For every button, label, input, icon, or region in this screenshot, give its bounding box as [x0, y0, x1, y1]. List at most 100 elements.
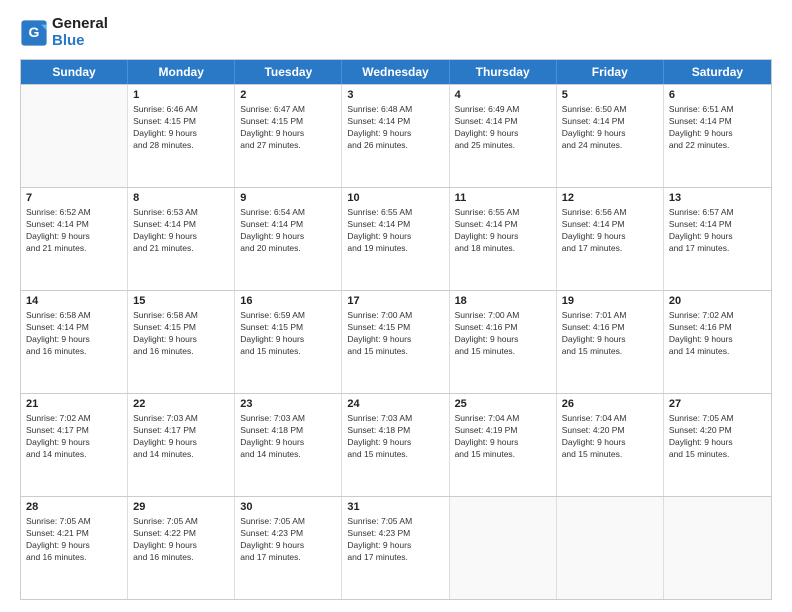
day-number: 24: [347, 397, 443, 412]
day-cell-10: 10Sunrise: 6:55 AM Sunset: 4:14 PM Dayli…: [342, 188, 449, 290]
day-info: Sunrise: 7:03 AM Sunset: 4:18 PM Dayligh…: [240, 413, 336, 461]
day-info: Sunrise: 6:50 AM Sunset: 4:14 PM Dayligh…: [562, 104, 658, 152]
day-cell-26: 26Sunrise: 7:04 AM Sunset: 4:20 PM Dayli…: [557, 394, 664, 496]
day-info: Sunrise: 7:04 AM Sunset: 4:20 PM Dayligh…: [562, 413, 658, 461]
calendar-row-0: 1Sunrise: 6:46 AM Sunset: 4:15 PM Daylig…: [21, 84, 771, 187]
day-number: 8: [133, 191, 229, 206]
day-number: 18: [455, 294, 551, 309]
day-cell-27: 27Sunrise: 7:05 AM Sunset: 4:20 PM Dayli…: [664, 394, 771, 496]
calendar-row-4: 28Sunrise: 7:05 AM Sunset: 4:21 PM Dayli…: [21, 496, 771, 599]
day-number: 17: [347, 294, 443, 309]
day-number: 21: [26, 397, 122, 412]
day-cell-13: 13Sunrise: 6:57 AM Sunset: 4:14 PM Dayli…: [664, 188, 771, 290]
empty-cell-4-5: [557, 497, 664, 599]
empty-cell-4-4: [450, 497, 557, 599]
day-cell-9: 9Sunrise: 6:54 AM Sunset: 4:14 PM Daylig…: [235, 188, 342, 290]
weekday-header-sunday: Sunday: [21, 60, 128, 84]
day-number: 29: [133, 500, 229, 515]
day-info: Sunrise: 7:03 AM Sunset: 4:18 PM Dayligh…: [347, 413, 443, 461]
day-info: Sunrise: 7:05 AM Sunset: 4:20 PM Dayligh…: [669, 413, 766, 461]
day-cell-20: 20Sunrise: 7:02 AM Sunset: 4:16 PM Dayli…: [664, 291, 771, 393]
day-number: 11: [455, 191, 551, 206]
day-cell-25: 25Sunrise: 7:04 AM Sunset: 4:19 PM Dayli…: [450, 394, 557, 496]
logo: G General Blue: [20, 16, 108, 49]
day-cell-2: 2Sunrise: 6:47 AM Sunset: 4:15 PM Daylig…: [235, 85, 342, 187]
day-cell-17: 17Sunrise: 7:00 AM Sunset: 4:15 PM Dayli…: [342, 291, 449, 393]
day-info: Sunrise: 7:00 AM Sunset: 4:16 PM Dayligh…: [455, 310, 551, 358]
day-info: Sunrise: 6:59 AM Sunset: 4:15 PM Dayligh…: [240, 310, 336, 358]
day-number: 13: [669, 191, 766, 206]
day-info: Sunrise: 6:57 AM Sunset: 4:14 PM Dayligh…: [669, 207, 766, 255]
day-info: Sunrise: 7:01 AM Sunset: 4:16 PM Dayligh…: [562, 310, 658, 358]
day-cell-21: 21Sunrise: 7:02 AM Sunset: 4:17 PM Dayli…: [21, 394, 128, 496]
calendar-body: 1Sunrise: 6:46 AM Sunset: 4:15 PM Daylig…: [21, 84, 771, 599]
day-number: 4: [455, 88, 551, 103]
day-info: Sunrise: 7:04 AM Sunset: 4:19 PM Dayligh…: [455, 413, 551, 461]
day-cell-18: 18Sunrise: 7:00 AM Sunset: 4:16 PM Dayli…: [450, 291, 557, 393]
day-info: Sunrise: 7:05 AM Sunset: 4:21 PM Dayligh…: [26, 516, 122, 564]
day-info: Sunrise: 7:02 AM Sunset: 4:17 PM Dayligh…: [26, 413, 122, 461]
day-info: Sunrise: 6:58 AM Sunset: 4:15 PM Dayligh…: [133, 310, 229, 358]
day-number: 14: [26, 294, 122, 309]
day-info: Sunrise: 7:05 AM Sunset: 4:22 PM Dayligh…: [133, 516, 229, 564]
day-cell-28: 28Sunrise: 7:05 AM Sunset: 4:21 PM Dayli…: [21, 497, 128, 599]
day-cell-8: 8Sunrise: 6:53 AM Sunset: 4:14 PM Daylig…: [128, 188, 235, 290]
svg-text:G: G: [29, 24, 40, 40]
day-info: Sunrise: 7:03 AM Sunset: 4:17 PM Dayligh…: [133, 413, 229, 461]
day-info: Sunrise: 7:02 AM Sunset: 4:16 PM Dayligh…: [669, 310, 766, 358]
day-cell-23: 23Sunrise: 7:03 AM Sunset: 4:18 PM Dayli…: [235, 394, 342, 496]
logo-line2: Blue: [52, 33, 108, 50]
weekday-header-thursday: Thursday: [450, 60, 557, 84]
day-cell-11: 11Sunrise: 6:55 AM Sunset: 4:14 PM Dayli…: [450, 188, 557, 290]
weekday-header-saturday: Saturday: [664, 60, 771, 84]
weekday-header-wednesday: Wednesday: [342, 60, 449, 84]
page-header: G General Blue: [20, 16, 772, 49]
day-number: 26: [562, 397, 658, 412]
day-info: Sunrise: 6:48 AM Sunset: 4:14 PM Dayligh…: [347, 104, 443, 152]
day-cell-29: 29Sunrise: 7:05 AM Sunset: 4:22 PM Dayli…: [128, 497, 235, 599]
day-number: 7: [26, 191, 122, 206]
day-cell-3: 3Sunrise: 6:48 AM Sunset: 4:14 PM Daylig…: [342, 85, 449, 187]
day-number: 19: [562, 294, 658, 309]
day-number: 30: [240, 500, 336, 515]
day-number: 5: [562, 88, 658, 103]
calendar-header: SundayMondayTuesdayWednesdayThursdayFrid…: [21, 60, 771, 84]
day-cell-22: 22Sunrise: 7:03 AM Sunset: 4:17 PM Dayli…: [128, 394, 235, 496]
day-number: 16: [240, 294, 336, 309]
day-number: 28: [26, 500, 122, 515]
day-info: Sunrise: 7:05 AM Sunset: 4:23 PM Dayligh…: [347, 516, 443, 564]
day-cell-19: 19Sunrise: 7:01 AM Sunset: 4:16 PM Dayli…: [557, 291, 664, 393]
day-cell-5: 5Sunrise: 6:50 AM Sunset: 4:14 PM Daylig…: [557, 85, 664, 187]
calendar-row-2: 14Sunrise: 6:58 AM Sunset: 4:14 PM Dayli…: [21, 290, 771, 393]
day-number: 22: [133, 397, 229, 412]
day-info: Sunrise: 6:49 AM Sunset: 4:14 PM Dayligh…: [455, 104, 551, 152]
day-cell-7: 7Sunrise: 6:52 AM Sunset: 4:14 PM Daylig…: [21, 188, 128, 290]
day-info: Sunrise: 7:00 AM Sunset: 4:15 PM Dayligh…: [347, 310, 443, 358]
day-cell-31: 31Sunrise: 7:05 AM Sunset: 4:23 PM Dayli…: [342, 497, 449, 599]
day-number: 1: [133, 88, 229, 103]
day-cell-12: 12Sunrise: 6:56 AM Sunset: 4:14 PM Dayli…: [557, 188, 664, 290]
day-info: Sunrise: 6:55 AM Sunset: 4:14 PM Dayligh…: [347, 207, 443, 255]
day-number: 9: [240, 191, 336, 206]
day-cell-15: 15Sunrise: 6:58 AM Sunset: 4:15 PM Dayli…: [128, 291, 235, 393]
day-info: Sunrise: 6:46 AM Sunset: 4:15 PM Dayligh…: [133, 104, 229, 152]
day-cell-16: 16Sunrise: 6:59 AM Sunset: 4:15 PM Dayli…: [235, 291, 342, 393]
empty-cell-4-6: [664, 497, 771, 599]
calendar-row-3: 21Sunrise: 7:02 AM Sunset: 4:17 PM Dayli…: [21, 393, 771, 496]
day-info: Sunrise: 6:55 AM Sunset: 4:14 PM Dayligh…: [455, 207, 551, 255]
day-number: 25: [455, 397, 551, 412]
day-number: 31: [347, 500, 443, 515]
day-number: 2: [240, 88, 336, 103]
day-info: Sunrise: 7:05 AM Sunset: 4:23 PM Dayligh…: [240, 516, 336, 564]
day-number: 10: [347, 191, 443, 206]
day-number: 6: [669, 88, 766, 103]
day-cell-24: 24Sunrise: 7:03 AM Sunset: 4:18 PM Dayli…: [342, 394, 449, 496]
calendar-row-1: 7Sunrise: 6:52 AM Sunset: 4:14 PM Daylig…: [21, 187, 771, 290]
logo-icon: G: [20, 19, 48, 47]
day-cell-14: 14Sunrise: 6:58 AM Sunset: 4:14 PM Dayli…: [21, 291, 128, 393]
day-number: 15: [133, 294, 229, 309]
calendar: SundayMondayTuesdayWednesdayThursdayFrid…: [20, 59, 772, 600]
day-info: Sunrise: 6:54 AM Sunset: 4:14 PM Dayligh…: [240, 207, 336, 255]
day-info: Sunrise: 6:51 AM Sunset: 4:14 PM Dayligh…: [669, 104, 766, 152]
weekday-header-tuesday: Tuesday: [235, 60, 342, 84]
